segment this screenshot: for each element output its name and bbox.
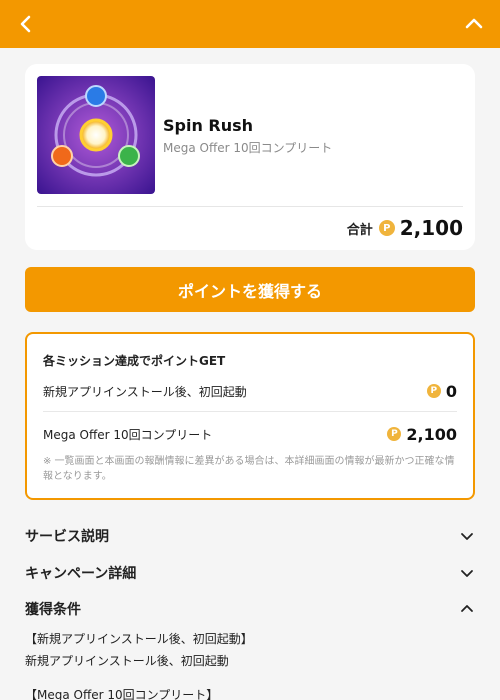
mission-row: 新規アプリインストール後、初回起動 P 0 [43,380,457,402]
mission-row: Mega Offer 10回コンプリート P 2,100 [43,423,457,445]
divider [43,411,457,412]
mission-label: 新規アプリインストール後、初回起動 [43,384,247,399]
divider [37,206,463,207]
section-earning-conditions[interactable]: 獲得条件 [25,597,475,621]
mission-note: ※ 一覧画面と本画面の報酬情報に差異がある場合は、本詳細画面の情報が最新かつ正確… [43,456,455,482]
chevron-up-icon[interactable] [462,12,486,36]
app-card: Spin Rush Mega Offer 10回コンプリート 合計 P 2,10… [25,64,475,250]
mission-box: 各ミッション達成でポイントGET 新規アプリインストール後、初回起動 P 0 M… [25,332,475,500]
total-points: 2,100 [399,216,463,240]
point-coin-icon: P [426,384,441,398]
app-title: Spin Rush [163,116,254,135]
mission-points: P 0 [426,381,457,401]
mission-points-value: 2,100 [406,424,457,444]
mission-label: Mega Offer 10回コンプリート [43,427,213,442]
app-icon [37,76,155,194]
mission-heading: 各ミッション達成でポイントGET [43,354,226,368]
section-title: サービス説明 [25,529,109,545]
mission-points-value: 0 [445,381,457,401]
point-coin-icon: P [387,427,402,441]
section-campaign-details[interactable]: キャンペーン詳細 [25,561,475,585]
total-label: 合計 [346,222,373,238]
app-subtitle: Mega Offer 10回コンプリート [163,141,333,155]
section-title: キャンペーン詳細 [25,566,137,582]
condition-heading: 【新規アプリインストール後、初回起動】 [25,632,253,646]
chevron-down-icon [461,533,473,540]
chevron-down-icon [461,570,473,577]
point-coin-icon: P [378,220,395,236]
get-points-button[interactable]: ポイントを獲得する [25,267,475,312]
top-bar [0,0,500,48]
condition-heading: 【Mega Offer 10回コンプリート】 [25,688,219,700]
condition-text: 新規アプリインストール後、初回起動 [25,654,229,668]
section-title: 獲得条件 [25,602,81,618]
total-row: 合計 P 2,100 [347,216,463,240]
chevron-left-icon[interactable] [14,12,38,36]
chevron-up-icon [461,605,473,612]
mission-points: P 2,100 [387,425,457,444]
section-service-description[interactable]: サービス説明 [25,524,475,548]
